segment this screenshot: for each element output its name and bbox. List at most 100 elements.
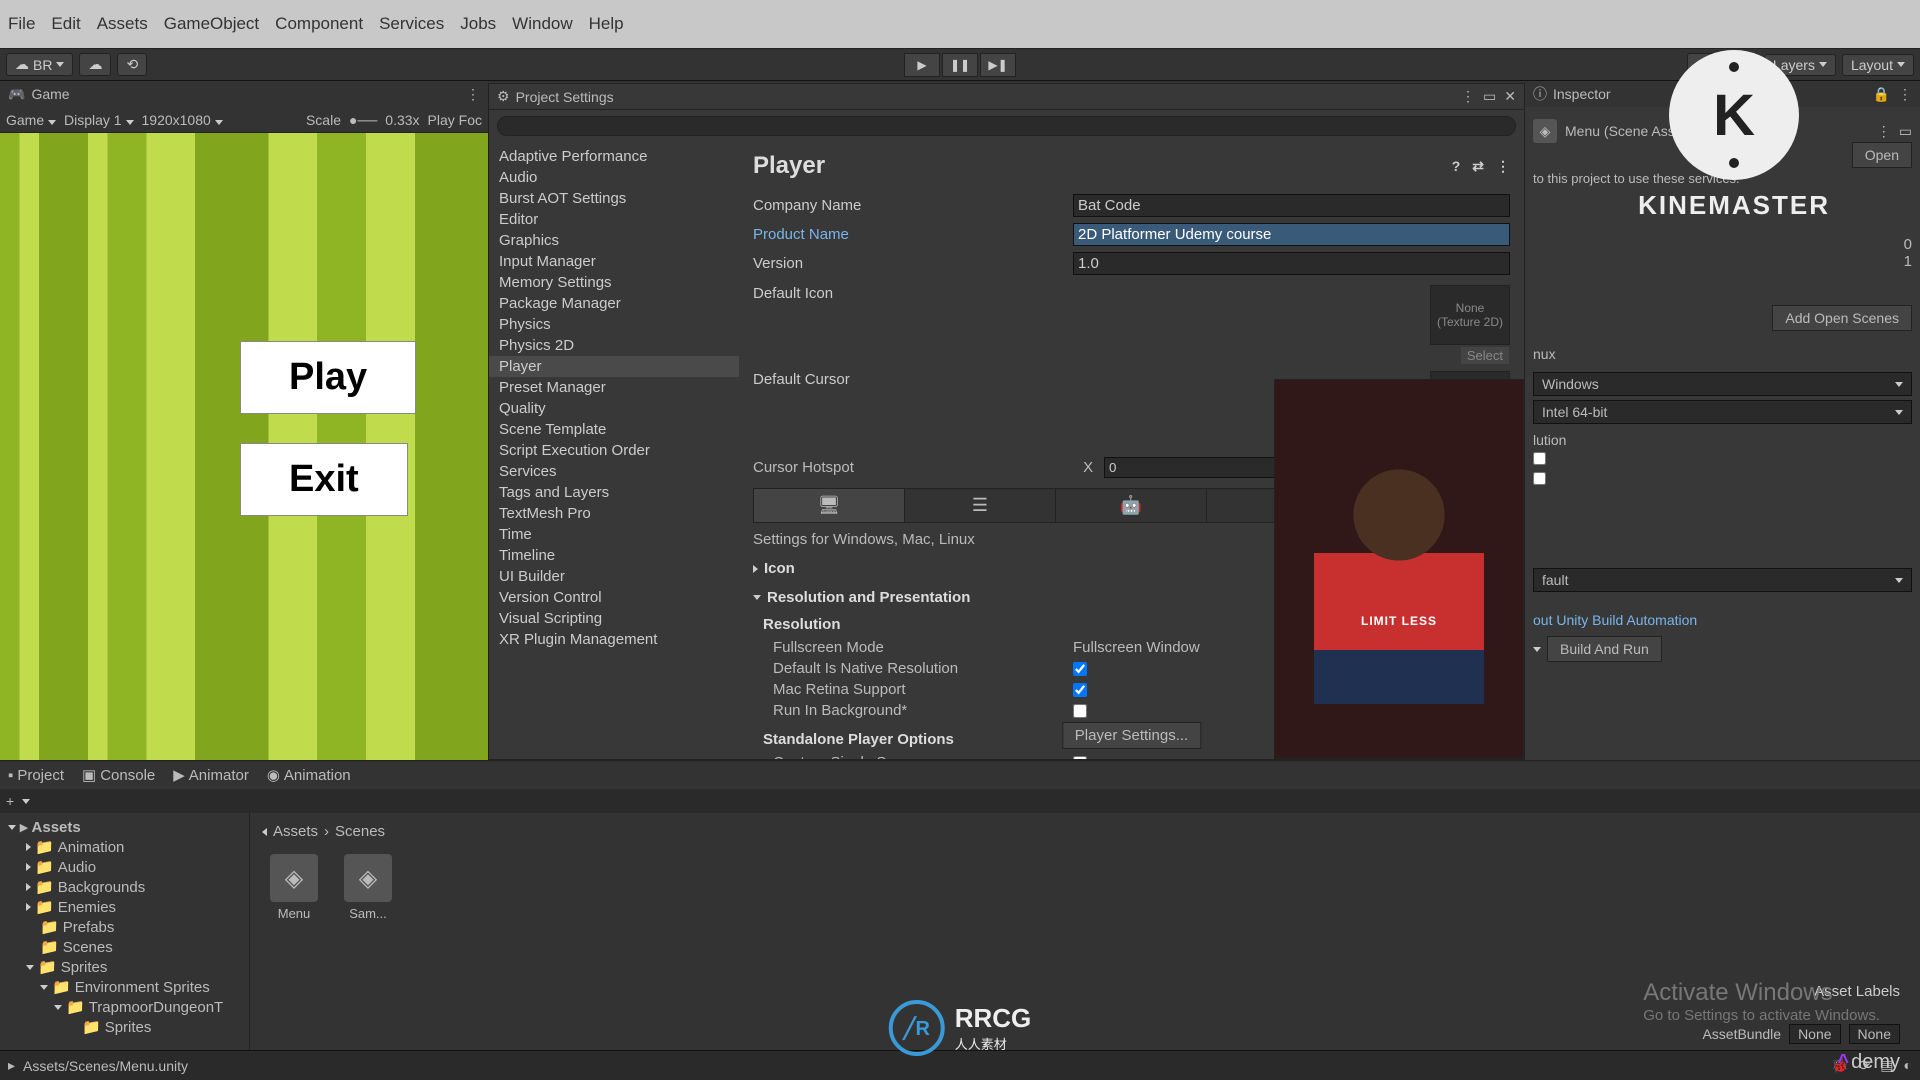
- sidebar-timeline[interactable]: Timeline: [489, 545, 739, 566]
- menu-services[interactable]: Services: [379, 14, 444, 34]
- menu-file[interactable]: File: [8, 14, 35, 34]
- sidebar-textmesh-pro[interactable]: TextMesh Pro: [489, 503, 739, 524]
- asset-menu[interactable]: ◈ Menu: [266, 854, 322, 921]
- select-icon-button[interactable]: Select: [1461, 347, 1509, 364]
- platform-dropdown[interactable]: Windows: [1533, 372, 1912, 396]
- game-play-button[interactable]: Play: [240, 341, 416, 414]
- tree-sprites2[interactable]: 📁Sprites: [0, 1017, 249, 1037]
- sidebar-audio[interactable]: Audio: [489, 167, 739, 188]
- menu-assets[interactable]: Assets: [97, 14, 148, 34]
- sidebar-scene-template[interactable]: Scene Template: [489, 419, 739, 440]
- play-focused[interactable]: Play Foc: [428, 112, 482, 128]
- sidebar-player[interactable]: Player: [489, 356, 739, 377]
- kebab-icon[interactable]: ⋮: [1898, 86, 1912, 103]
- menu-help[interactable]: Help: [589, 14, 624, 34]
- sidebar-input-manager[interactable]: Input Manager: [489, 251, 739, 272]
- add-open-scenes-button[interactable]: Add Open Scenes: [1772, 305, 1912, 331]
- sidebar-physics-2d[interactable]: Physics 2D: [489, 335, 739, 356]
- display-dropdown[interactable]: Display 1: [64, 112, 133, 128]
- asset-sample[interactable]: ◈ Sam...: [340, 854, 396, 921]
- cloud-button[interactable]: ☁: [79, 53, 111, 76]
- project-tab[interactable]: ▪Project: [8, 767, 64, 784]
- back-icon[interactable]: [262, 828, 267, 836]
- console-tab[interactable]: ▣Console: [82, 766, 155, 784]
- preset-icon[interactable]: ⇄: [1472, 158, 1484, 175]
- sidebar-ui-builder[interactable]: UI Builder: [489, 566, 739, 587]
- menu-edit[interactable]: Edit: [51, 14, 80, 34]
- open-button[interactable]: Open: [1852, 142, 1912, 168]
- arch-dropdown[interactable]: Intel 64-bit: [1533, 400, 1912, 424]
- animator-tab[interactable]: ▶Animator: [173, 766, 249, 784]
- chevron-down-icon[interactable]: [1533, 647, 1541, 652]
- kebab-icon[interactable]: ⋮: [1496, 158, 1510, 175]
- tree-backgrounds[interactable]: 📁Backgrounds: [0, 877, 249, 897]
- platform-standalone[interactable]: 🖥: [754, 489, 905, 522]
- runbg-checkbox[interactable]: [1073, 704, 1087, 718]
- sidebar-tags-layers[interactable]: Tags and Layers: [489, 482, 739, 503]
- kebab-icon[interactable]: ⋮: [466, 86, 480, 103]
- product-name-input[interactable]: [1073, 223, 1510, 246]
- player-settings-button[interactable]: Player Settings...: [1062, 722, 1201, 749]
- layout-dropdown[interactable]: Layout: [1842, 54, 1914, 76]
- sidebar-adaptive-performance[interactable]: Adaptive Performance: [489, 146, 739, 167]
- game-mode-dropdown[interactable]: Game: [6, 112, 56, 128]
- sidebar-quality[interactable]: Quality: [489, 398, 739, 419]
- animation-tab[interactable]: ◉Animation: [267, 766, 351, 784]
- pause-button[interactable]: ❚❚: [942, 53, 978, 77]
- breadcrumb-assets[interactable]: Assets: [273, 823, 318, 840]
- kebab-icon[interactable]: ⋮: [1461, 88, 1475, 105]
- resolution-dropdown[interactable]: 1920x1080: [142, 112, 223, 128]
- menu-gameobject[interactable]: GameObject: [164, 14, 259, 34]
- checkbox-b[interactable]: [1533, 472, 1546, 485]
- settings-search-input[interactable]: [497, 116, 1516, 136]
- menu-jobs[interactable]: Jobs: [460, 14, 496, 34]
- sidebar-time[interactable]: Time: [489, 524, 739, 545]
- menu-component[interactable]: Component: [275, 14, 363, 34]
- account-button[interactable]: ☁ BR: [6, 53, 73, 76]
- tree-enemies[interactable]: 📁Enemies: [0, 897, 249, 917]
- play-button[interactable]: ▶: [904, 53, 940, 77]
- sidebar-package-manager[interactable]: Package Manager: [489, 293, 739, 314]
- history-button[interactable]: ⟲: [117, 53, 147, 76]
- sidebar-xr-plugin[interactable]: XR Plugin Management: [489, 629, 739, 650]
- breadcrumb-scenes[interactable]: Scenes: [335, 823, 385, 840]
- chevron-down-icon[interactable]: [22, 799, 30, 804]
- sidebar-graphics[interactable]: Graphics: [489, 230, 739, 251]
- build-automation-link[interactable]: out Unity Build Automation: [1533, 612, 1912, 628]
- default-dropdown[interactable]: fault: [1533, 568, 1912, 592]
- sidebar-burst[interactable]: Burst AOT Settings: [489, 188, 739, 209]
- tree-prefabs[interactable]: 📁Prefabs: [0, 917, 249, 937]
- close-icon[interactable]: ✕: [1504, 88, 1516, 105]
- build-and-run-button[interactable]: Build And Run: [1547, 636, 1662, 662]
- sidebar-version-control[interactable]: Version Control: [489, 587, 739, 608]
- company-name-input[interactable]: [1073, 194, 1510, 217]
- step-button[interactable]: ▶❚: [980, 53, 1016, 77]
- progress-icon[interactable]: ◐: [1904, 1057, 1912, 1074]
- asset-bundle-variant[interactable]: None: [1849, 1024, 1900, 1044]
- tree-env-sprites[interactable]: 📁Environment Sprites: [0, 977, 249, 997]
- game-exit-button[interactable]: Exit: [240, 443, 408, 516]
- capture-checkbox[interactable]: [1073, 756, 1087, 760]
- tree-assets[interactable]: ▸ Assets: [0, 817, 249, 837]
- platform-android[interactable]: 🤖: [1056, 489, 1207, 522]
- asset-bundle-dropdown[interactable]: None: [1789, 1024, 1840, 1044]
- tree-audio[interactable]: 📁Audio: [0, 857, 249, 877]
- checkbox-a[interactable]: [1533, 452, 1546, 465]
- native-res-checkbox[interactable]: [1073, 662, 1087, 676]
- tree-trapmoor[interactable]: 📁TrapmoorDungeonT: [0, 997, 249, 1017]
- square-icon[interactable]: ▭: [1899, 123, 1912, 140]
- sidebar-memory[interactable]: Memory Settings: [489, 272, 739, 293]
- fullscreen-mode-value[interactable]: Fullscreen Window: [1073, 639, 1200, 656]
- add-button[interactable]: +: [6, 793, 14, 809]
- scale-slider[interactable]: ●──: [349, 112, 377, 128]
- tree-scenes[interactable]: 📁Scenes: [0, 937, 249, 957]
- sidebar-script-exec[interactable]: Script Execution Order: [489, 440, 739, 461]
- sidebar-physics[interactable]: Physics: [489, 314, 739, 335]
- maximize-icon[interactable]: ▭: [1483, 88, 1496, 105]
- menu-window[interactable]: Window: [512, 14, 572, 34]
- sidebar-preset-manager[interactable]: Preset Manager: [489, 377, 739, 398]
- sidebar-visual-scripting[interactable]: Visual Scripting: [489, 608, 739, 629]
- tree-sprites[interactable]: 📁Sprites: [0, 957, 249, 977]
- kebab-icon[interactable]: ⋮: [1877, 123, 1891, 140]
- tree-animation[interactable]: 📁Animation: [0, 837, 249, 857]
